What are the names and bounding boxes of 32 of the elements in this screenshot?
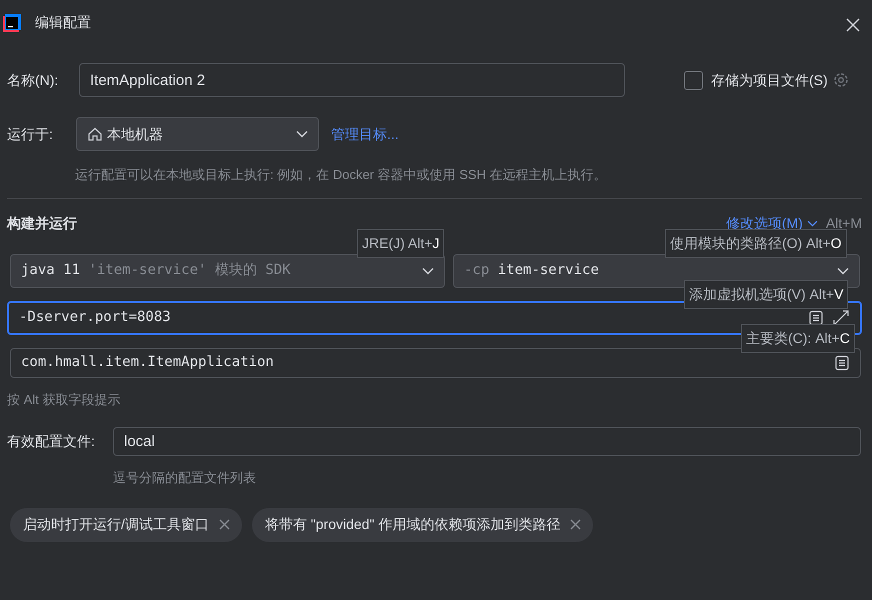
profiles-field[interactable]: local (113, 427, 861, 456)
option-tag: 启动时打开运行/调试工具窗口 (10, 508, 242, 542)
hint-text: 运行配置可以在本地或目标上执行: 例如，在 Docker 容器中或使用 SSH 在远程主机上执行。 (75, 166, 608, 184)
hint-text: 按 Alt 获取字段提示 (7, 390, 122, 408)
list-icon[interactable] (834, 354, 850, 370)
shortcut-tooltip: 使用模块的类路径(O) Alt+O (665, 229, 847, 258)
window-title: 编辑配置 (35, 13, 91, 32)
shortcut-tooltip: JRE(J) Alt+J (357, 229, 444, 258)
sdk-dropdown[interactable]: java 11 'item-service' 模块的 SDK (10, 254, 445, 288)
section-title: 构建并运行 (7, 214, 77, 232)
name-field[interactable]: ItemApplication 2 (79, 63, 625, 97)
run-target-dropdown[interactable]: 本地机器 (76, 117, 319, 151)
checkbox-label: 存储为项目文件(S) (711, 70, 828, 90)
main-class-field[interactable]: com.hmall.item.ItemApplication (10, 348, 861, 378)
field-label: 有效配置文件: (7, 432, 96, 451)
shortcut-tooltip: 添加虚拟机选项(V) Alt+V (684, 280, 848, 309)
home-icon (87, 126, 103, 142)
shortcut-tooltip: 主要类(C): Alt+C (741, 324, 855, 353)
list-icon[interactable] (808, 310, 824, 326)
option-tag: 将带有 "provided" 作用域的依赖项添加到类路径 (252, 508, 594, 542)
app-logo-icon (3, 14, 21, 32)
field-label: 运行于: (7, 124, 54, 144)
hint-text: 逗号分隔的配置文件列表 (113, 469, 257, 487)
field-label: 名称(N): (7, 70, 60, 90)
expand-icon[interactable] (832, 308, 850, 326)
chevron-down-icon (837, 266, 849, 274)
settings-icon[interactable] (832, 71, 850, 89)
chevron-down-icon (422, 266, 434, 274)
manage-targets-link[interactable]: 管理目标... (331, 124, 399, 144)
chevron-down-icon (806, 220, 818, 226)
checkbox[interactable] (684, 70, 703, 90)
chevron-down-icon (296, 130, 308, 138)
